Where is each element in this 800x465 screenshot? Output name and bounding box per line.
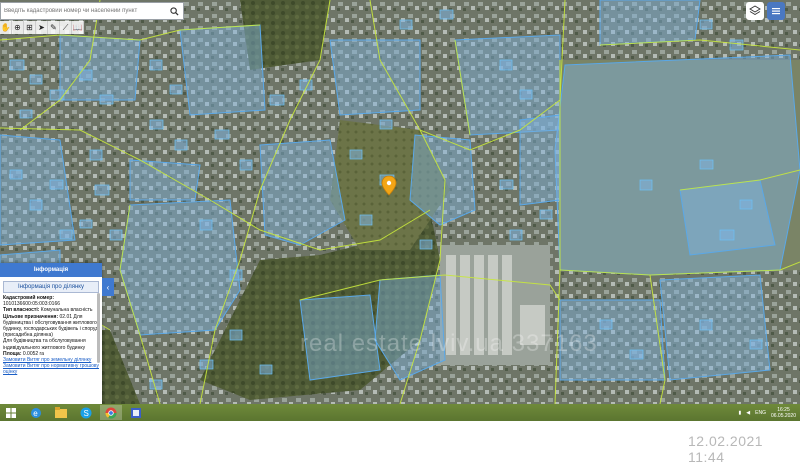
menu-button[interactable] — [767, 2, 785, 20]
ownership-value: Комунальна власність — [40, 307, 93, 314]
network-icon[interactable]: ▮ — [739, 410, 742, 416]
zoom-tool-button[interactable]: ⊕ — [12, 21, 24, 34]
screen: real estate lviv.ua 337163 ✋ ⊕ ⊞ ➤ ✎ ⟋ 📖 — [0, 0, 800, 404]
svg-text:S: S — [84, 409, 89, 418]
taskbar-chrome[interactable] — [100, 405, 122, 420]
collapse-panel-button[interactable]: ‹ — [102, 278, 114, 296]
edit-tool-button[interactable]: ✎ — [48, 21, 60, 34]
skype-icon: S — [80, 407, 92, 418]
order-valuation-link[interactable]: Замовити Витяг про нормативну грошову оц… — [3, 363, 99, 375]
info-panel: Інформація Інформація про ділянку Кадаст… — [0, 263, 102, 404]
cadastral-label: Кадастровий номер: — [3, 295, 55, 301]
search-button[interactable] — [165, 3, 183, 19]
zoom-icon: ⊕ — [14, 23, 21, 32]
book-icon: 📖 — [72, 23, 83, 32]
pointer-icon: ➤ — [38, 23, 45, 32]
layers-button[interactable] — [746, 2, 764, 20]
area-label: Площа: — [3, 350, 22, 357]
ruler-icon: ⟋ — [62, 22, 69, 32]
language-indicator[interactable]: ENG — [755, 410, 766, 416]
chevron-left-icon: ‹ — [106, 282, 110, 292]
pointer-tool-button[interactable]: ➤ — [36, 21, 48, 34]
hand-icon: ✋ — [0, 23, 11, 32]
photo-timestamp: 12.02.2021 11:44 — [688, 433, 764, 465]
purpose-label: Цільове призначення: — [3, 313, 59, 320]
ownership-label: Тип власності: — [3, 307, 40, 314]
search-bar — [0, 2, 184, 20]
edit-icon: ✎ — [50, 23, 57, 32]
taskbar: e S ▮ ◀ ENG 16:25 06.05.2020 — [0, 404, 800, 421]
parcel-info-tab[interactable]: Інформація про ділянку — [3, 281, 99, 293]
taskbar-app[interactable] — [125, 405, 147, 420]
start-button[interactable] — [0, 405, 22, 420]
hand-tool-button[interactable]: ✋ — [0, 21, 12, 34]
search-icon — [169, 6, 179, 16]
search-input[interactable] — [1, 4, 166, 18]
measure-icon: ⊞ — [26, 23, 33, 32]
ruler-tool-button[interactable]: ⟋ — [60, 21, 72, 34]
svg-text:e: e — [33, 409, 38, 418]
area-value: 0.0052 га — [22, 350, 45, 357]
layers-icon — [749, 5, 761, 16]
windows-logo-icon — [6, 407, 16, 418]
folder-icon — [55, 407, 67, 418]
map-toolbar: ✋ ⊕ ⊞ ➤ ✎ ⟋ 📖 — [0, 21, 84, 34]
clock[interactable]: 16:25 06.05.2020 — [771, 407, 796, 419]
measure-tool-button[interactable]: ⊞ — [24, 21, 36, 34]
taskbar-explorer[interactable] — [50, 405, 72, 420]
book-tool-button[interactable]: 📖 — [72, 21, 84, 34]
watermark-text: real estate lviv.ua 337163 — [300, 330, 598, 357]
menu-icon — [772, 8, 780, 15]
taskbar-ie[interactable]: e — [25, 405, 47, 420]
chrome-icon — [105, 407, 117, 419]
info-panel-title: Інформація — [0, 263, 102, 277]
taskbar-skype[interactable]: S — [75, 405, 97, 420]
info-panel-scrollbar[interactable] — [97, 293, 100, 363]
volume-icon[interactable]: ◀ — [746, 410, 750, 416]
app-icon — [131, 407, 141, 418]
purpose-value-secondary: Для будівництва та обслуговування індиві… — [3, 338, 86, 351]
clock-date: 06.05.2020 — [770, 412, 796, 419]
internet-explorer-icon: e — [31, 407, 41, 418]
system-tray: ▮ ◀ ENG 16:25 06.05.2020 — [739, 404, 797, 421]
parcel-info-body: Кадастровий номер: 1010136600:05:003:016… — [0, 295, 102, 376]
